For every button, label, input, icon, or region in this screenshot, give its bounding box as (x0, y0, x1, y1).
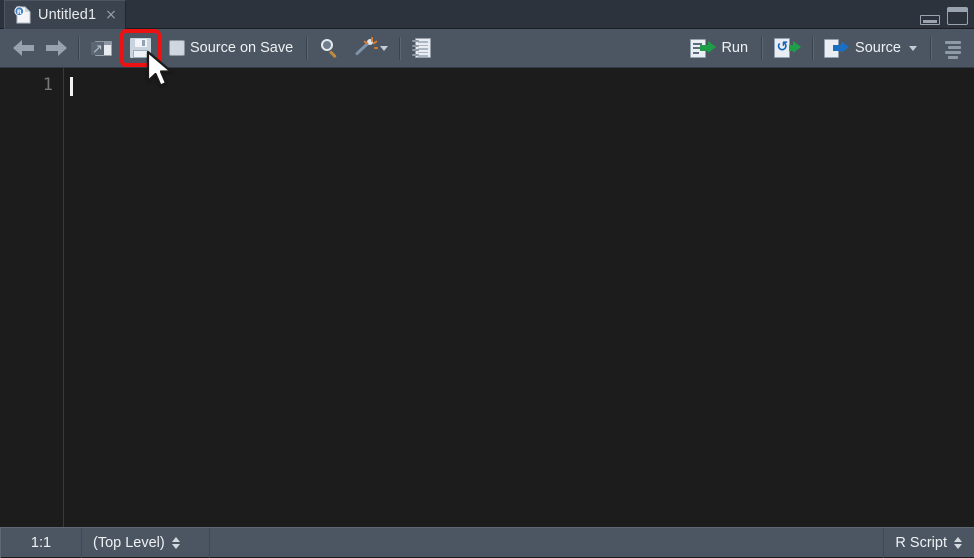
rerun-loop-glyph: ↺ (777, 41, 788, 54)
find-replace-button[interactable] (314, 34, 344, 62)
run-label: Run (721, 40, 748, 56)
toolbar-separator (930, 37, 932, 60)
source-label: Source (855, 40, 901, 56)
popout-arrow-glyph: ↗ (92, 43, 103, 54)
save-icon (130, 38, 151, 58)
source-on-save-label: Source on Save (190, 40, 293, 56)
show-in-new-window-icon: ↗ (91, 39, 113, 58)
run-icon (690, 39, 716, 58)
pane-window-controls (920, 5, 968, 25)
compile-report-icon (412, 38, 431, 58)
editor-status-bar: 1:1 (Top Level) R Script (0, 527, 974, 557)
back-button[interactable] (8, 34, 40, 62)
line-number-gutter: 1 (0, 68, 64, 527)
compile-report-button[interactable] (407, 34, 436, 62)
run-button[interactable]: Run (686, 34, 755, 62)
source-icon (824, 39, 850, 58)
document-outline-button[interactable] (938, 34, 968, 62)
line-number: 1 (43, 74, 53, 96)
document-outline-icon (943, 40, 963, 57)
code-tools-button[interactable] (350, 34, 393, 62)
up-down-chevron-icon (172, 537, 180, 549)
source-button[interactable]: Source (820, 34, 924, 62)
toolbar-separator (399, 37, 401, 60)
source-on-save-control[interactable]: Source on Save (165, 34, 300, 62)
editor-tab-strip: R Untitled1 × (0, 0, 974, 29)
code-tools-magic-wand-icon (355, 38, 377, 58)
code-editor[interactable]: 1 (0, 68, 974, 527)
toolbar-separator (761, 37, 763, 60)
rstudio-source-pane: R Untitled1 × (0, 0, 974, 557)
scope-label: (Top Level) (93, 535, 165, 551)
forward-arrow-icon (45, 40, 67, 56)
show-in-new-window-button[interactable]: ↗ (86, 34, 118, 62)
editor-tab-untitled1[interactable]: R Untitled1 × (4, 0, 126, 29)
forward-button[interactable] (40, 34, 72, 62)
rerun-previous-code-icon: ↺ (774, 38, 801, 58)
r-script-file-icon: R (14, 6, 31, 24)
document-type-label: R Script (895, 535, 947, 551)
document-type-selector[interactable]: R Script (883, 528, 974, 558)
close-icon[interactable]: × (105, 8, 117, 22)
minimize-pane-icon[interactable] (920, 15, 940, 25)
save-button[interactable] (125, 34, 156, 62)
editor-tab-label: Untitled1 (38, 7, 96, 23)
source-on-save-checkbox[interactable] (169, 40, 185, 56)
up-down-chevron-icon (954, 537, 962, 549)
rerun-button[interactable]: ↺ (769, 34, 806, 62)
code-text-area[interactable] (65, 68, 974, 527)
svg-text:R: R (17, 8, 22, 16)
editor-toolbar: ↗ Source on Save (0, 29, 974, 68)
back-arrow-icon (13, 40, 35, 56)
text-caret (70, 77, 73, 96)
toolbar-separator (306, 37, 308, 60)
scope-selector[interactable]: (Top Level) (82, 528, 210, 558)
maximize-pane-icon[interactable] (947, 7, 968, 25)
toolbar-separator (812, 37, 814, 60)
find-replace-icon (319, 38, 339, 58)
chevron-down-icon[interactable] (909, 46, 917, 51)
chevron-down-icon[interactable] (380, 46, 388, 51)
status-bar-spacer (210, 528, 883, 558)
cursor-position: 1:1 (0, 528, 82, 558)
toolbar-separator (78, 37, 80, 60)
toolbar-spacer (436, 33, 686, 63)
